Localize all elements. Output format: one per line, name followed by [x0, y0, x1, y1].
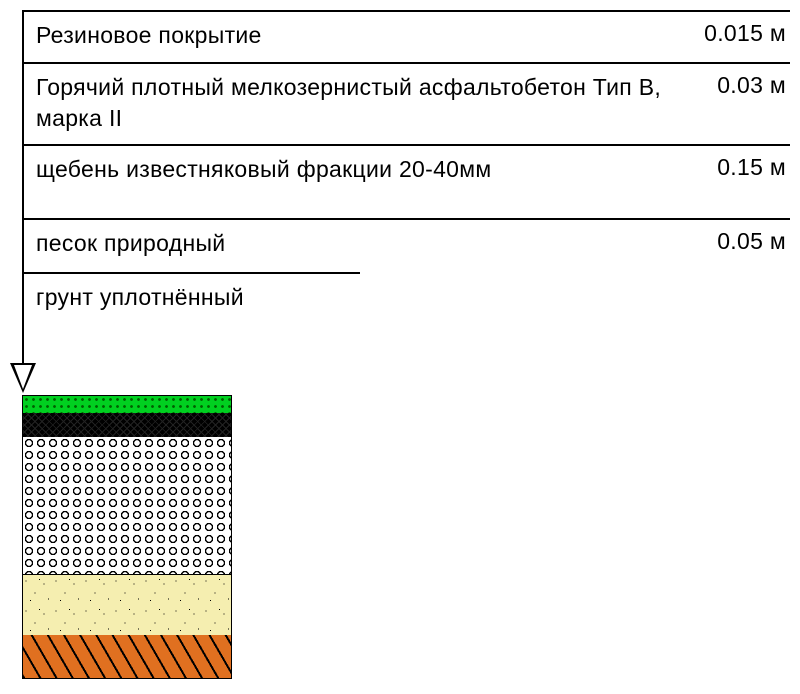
cross-section-graphic [22, 395, 232, 679]
layer-label: щебень известняковый фракции 20-40мм [22, 146, 717, 185]
layer-row-rubber: Резиновое покрытие 0.015 м [22, 10, 790, 62]
layer-row-soil: грунт уплотнённый [22, 272, 360, 322]
arrow-head-icon [12, 365, 34, 393]
layer-thickness: 0.05 м [717, 220, 790, 255]
section-layer-rubber [22, 395, 232, 413]
layer-row-sand: песок природный 0.05 м [22, 218, 790, 272]
layer-label: грунт уплотнённый [22, 274, 360, 313]
section-layer-sand [22, 575, 232, 635]
layer-thickness: 0.03 м [717, 64, 790, 99]
layer-label: песок природный [22, 220, 717, 259]
section-layer-soil [22, 635, 232, 679]
section-layer-asphalt [22, 413, 232, 437]
layer-thickness: 0.15 м [717, 146, 790, 181]
section-layer-gravel [22, 437, 232, 575]
layer-thickness: 0.015 м [704, 12, 790, 47]
layer-row-asphalt: Горячий плотный мелкозернистый асфальтоб… [22, 62, 790, 144]
layer-label: Горячий плотный мелкозернистый асфальтоб… [22, 64, 717, 134]
layer-row-gravel: щебень известняковый фракции 20-40мм 0.1… [22, 144, 790, 214]
layer-label: Резиновое покрытие [22, 12, 704, 51]
